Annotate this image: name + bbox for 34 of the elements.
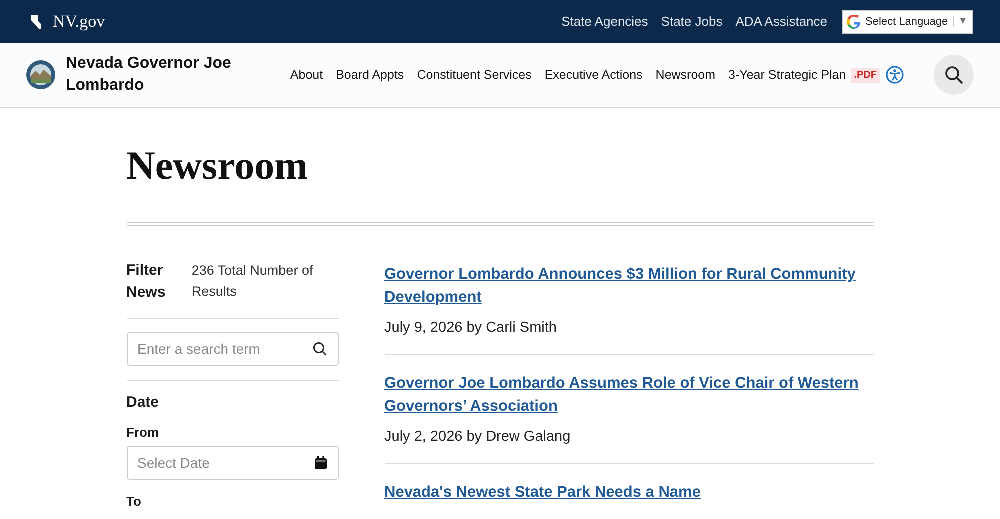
site-title[interactable]: Nevada Governor Joe Lombardo [66,53,236,97]
field-label: To [126,494,142,509]
article-byline: July 9, 2026 by Carli Smith [384,320,558,336]
site-link[interactable]: NV.gov [31,12,106,32]
search-icon [312,342,326,356]
search-button[interactable] [934,55,974,95]
seal-icon [26,60,56,90]
page-title: Newsroom [126,143,309,189]
nav-link[interactable]: 3-Year Strategic Plan [728,68,846,82]
article-link[interactable]: Governor Lombardo Announces $3 Million for Rural Community Development [384,263,874,309]
search-field[interactable]: Enter a search term [126,332,338,366]
nav-link[interactable]: About [290,68,324,82]
file-type-badge: .PDF [851,68,880,82]
calendar-icon [314,456,326,470]
state-outline-icon [31,14,41,28]
article-byline: July 2, 2026 by Drew Galang [384,429,572,445]
date-heading: Date [126,394,160,411]
nav-link[interactable]: Constituent Services [417,68,532,82]
field-label: From [126,425,160,440]
language-select[interactable]: Select Language ▼ [842,10,973,34]
filter-heading: Filter News [126,261,167,303]
date-field[interactable]: Select Date [126,446,338,480]
result-count: 236 Total Number of Results [192,262,314,301]
article-link[interactable]: Nevada's Newest State Park Needs a Name [384,481,874,504]
accessibility-icon [886,66,904,84]
top-link[interactable]: State Agencies [562,14,648,29]
google-g-icon [846,14,861,28]
top-link[interactable]: ADA Assistance [736,14,828,29]
nav-link[interactable]: Newsroom [656,68,716,82]
nav-link[interactable]: Executive Actions [544,68,643,82]
top-link[interactable]: State Jobs [661,14,723,29]
nav-link[interactable]: Board Appts [336,68,404,82]
search-icon [945,66,963,84]
article-link[interactable]: Governor Joe Lombardo Assumes Role of Vice Chair of Western Governors’ Association [384,372,874,418]
